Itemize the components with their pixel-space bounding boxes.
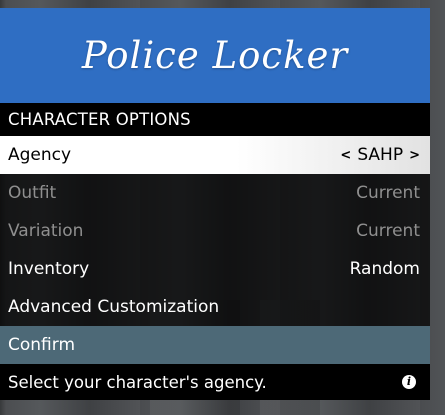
menu-item-variation[interactable]: Variation Current bbox=[0, 212, 430, 250]
menu-item-inventory[interactable]: Inventory Random bbox=[0, 250, 430, 288]
menu-item-advanced-customization[interactable]: Advanced Customization bbox=[0, 288, 430, 326]
banner-title: Police Locker bbox=[81, 34, 349, 77]
menu-item-confirm[interactable]: Confirm bbox=[0, 326, 430, 364]
menu-item-label: Confirm bbox=[8, 335, 76, 355]
police-locker-menu: Police Locker CHARACTER OPTIONS Agency <… bbox=[0, 8, 430, 408]
description-text: Select your character's agency. bbox=[8, 372, 267, 392]
menu-item-value: Current bbox=[356, 183, 420, 203]
agency-selector[interactable]: < SAHP > bbox=[340, 145, 420, 165]
info-icon: i bbox=[402, 375, 416, 389]
subheader-title: CHARACTER OPTIONS bbox=[8, 110, 191, 129]
menu-subheader: CHARACTER OPTIONS bbox=[0, 103, 430, 136]
arrow-left-icon[interactable]: < bbox=[340, 148, 351, 163]
menu-item-label: Agency bbox=[8, 145, 72, 165]
menu-item-label: Advanced Customization bbox=[8, 297, 220, 317]
arrow-right-icon[interactable]: > bbox=[409, 148, 420, 163]
menu-item-label: Variation bbox=[8, 221, 84, 241]
menu-items: Agency < SAHP > Outfit Current Variation… bbox=[0, 136, 430, 364]
menu-item-value: SAHP bbox=[357, 145, 404, 165]
menu-item-value: Current bbox=[356, 221, 420, 241]
menu-item-label: Inventory bbox=[8, 259, 90, 279]
menu-item-outfit[interactable]: Outfit Current bbox=[0, 174, 430, 212]
menu-item-value: Random bbox=[349, 259, 420, 279]
menu-item-label: Outfit bbox=[8, 183, 57, 203]
menu-description: Select your character's agency. i bbox=[0, 364, 430, 400]
menu-banner: Police Locker bbox=[0, 8, 430, 103]
menu-item-agency[interactable]: Agency < SAHP > bbox=[0, 136, 430, 174]
